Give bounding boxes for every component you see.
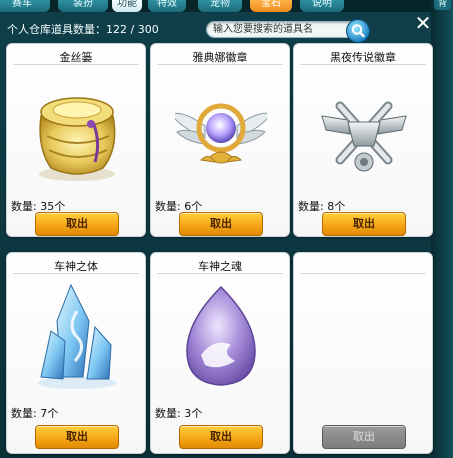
- side-tab-label: 背: [437, 0, 447, 9]
- item-name: 金丝篓: [59, 51, 93, 64]
- ice-crystal-icon: [37, 283, 117, 389]
- golden-basket-icon: [39, 97, 116, 181]
- item-card[interactable]: 车神之体 数量: 7个 取出: [6, 252, 146, 454]
- divider: [157, 64, 283, 65]
- item-card[interactable]: 金丝篓 数量: 35个 取出: [6, 43, 146, 237]
- empty-item-slot: 取出: [293, 252, 433, 454]
- take-out-button[interactable]: 取出: [179, 425, 263, 449]
- item-name: 黑夜传说徽章: [330, 51, 396, 64]
- tab-effects[interactable]: 特效: [148, 0, 186, 12]
- take-out-button[interactable]: 取出: [35, 212, 119, 236]
- item-name: 雅典娜徽章: [192, 51, 248, 64]
- search-box: [206, 19, 370, 43]
- tab-gems[interactable]: 宝石: [250, 0, 292, 12]
- tab-label: 赛车: [12, 0, 32, 9]
- search-button[interactable]: [346, 19, 370, 43]
- side-tab[interactable]: 背: [434, 0, 451, 10]
- tab-strip: 赛车 装扮 功能 特效 宠物 宝石 说明: [0, 0, 453, 12]
- tab-label: 功能: [117, 0, 137, 9]
- tab-label: 特效: [157, 0, 177, 9]
- tab-label: 宠物: [210, 0, 230, 9]
- item-card[interactable]: 雅典娜徽章 数量: 6个 取出: [150, 43, 290, 237]
- item-name: 车神之体: [54, 260, 98, 273]
- divider: [157, 273, 283, 274]
- tab-label: 装扮: [73, 0, 93, 9]
- take-out-button[interactable]: 取出: [35, 425, 119, 449]
- item-card[interactable]: 车神之魂 数量: 3个 取出: [150, 252, 290, 454]
- search-input[interactable]: [213, 22, 343, 37]
- tab-function[interactable]: 功能: [112, 0, 142, 12]
- inventory-count: 个人仓库道具数量：122 / 300: [7, 23, 159, 36]
- divider: [300, 273, 426, 274]
- tab-help[interactable]: 说明: [300, 0, 344, 12]
- item-name: 车神之魂: [198, 260, 242, 273]
- tab-cars[interactable]: 赛车: [0, 0, 50, 12]
- search-icon: [351, 24, 365, 38]
- take-out-button-disabled: 取出: [322, 425, 406, 449]
- item-quantity: 数量: 3个: [155, 407, 203, 420]
- item-card[interactable]: 黑夜传说徽章 数量: 8个 取出: [293, 43, 433, 237]
- dark-legend-badge-icon: [321, 101, 407, 172]
- take-out-button[interactable]: 取出: [179, 212, 263, 236]
- divider: [13, 273, 139, 274]
- tab-label: 说明: [312, 0, 332, 9]
- tab-pets[interactable]: 宠物: [198, 0, 242, 12]
- tab-outfit[interactable]: 装扮: [58, 0, 108, 12]
- take-out-button[interactable]: 取出: [322, 212, 406, 236]
- soul-egg-icon: [186, 285, 256, 386]
- side-panel: 背: [431, 0, 453, 458]
- close-icon: ✕: [414, 11, 432, 35]
- athena-badge-icon: [175, 103, 267, 164]
- divider: [300, 64, 426, 65]
- tab-label: 宝石: [261, 0, 281, 9]
- item-quantity: 数量: 7个: [11, 407, 59, 420]
- divider: [13, 64, 139, 65]
- close-button[interactable]: ✕: [411, 13, 435, 35]
